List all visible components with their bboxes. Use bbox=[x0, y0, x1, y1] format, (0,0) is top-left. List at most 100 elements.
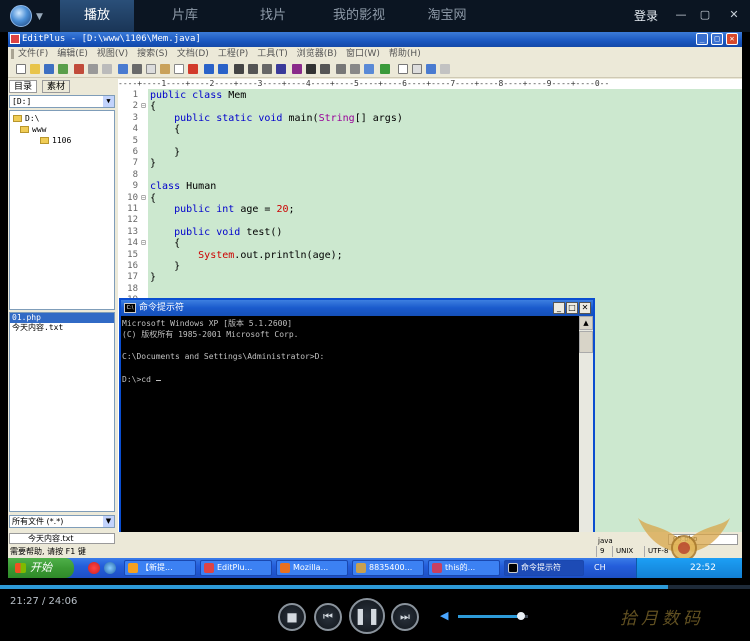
ime-indicator[interactable]: CH bbox=[594, 558, 606, 578]
taskbar-item-mozilla[interactable]: Mozilla... bbox=[276, 560, 348, 576]
fold-marker-icon[interactable]: ⊟ bbox=[141, 238, 146, 247]
start-button[interactable]: 开始 bbox=[8, 558, 74, 578]
cut-icon[interactable] bbox=[132, 64, 142, 74]
find-next-icon[interactable] bbox=[248, 64, 258, 74]
player-tab-taobao[interactable]: 淘宝网 bbox=[410, 0, 484, 32]
hex-view-icon[interactable] bbox=[306, 64, 316, 74]
menu-document[interactable]: 文档(D) bbox=[177, 49, 209, 59]
line-number-icon[interactable] bbox=[350, 64, 360, 74]
chevron-down-icon[interactable]: ▼ bbox=[103, 516, 114, 527]
menu-search[interactable]: 搜索(S) bbox=[137, 49, 168, 59]
editplus-minimize-button[interactable]: _ bbox=[696, 33, 708, 45]
volume-knob[interactable] bbox=[517, 612, 525, 620]
clipboard-icon[interactable] bbox=[174, 64, 184, 74]
taskbar-item-cmd[interactable]: 命令提示符 bbox=[504, 560, 584, 576]
undo-icon[interactable] bbox=[204, 64, 214, 74]
tab-directory[interactable]: 目录 bbox=[9, 80, 38, 93]
volume-slider[interactable] bbox=[458, 612, 528, 620]
save-all-icon[interactable] bbox=[58, 64, 68, 74]
file-filter-select[interactable]: 所有文件 (*.*) ▼ bbox=[9, 515, 115, 528]
fold-marker-icon[interactable]: ⊟ bbox=[141, 101, 146, 110]
player-minimize-icon[interactable]: — bbox=[674, 8, 688, 22]
player-tab-my-videos[interactable]: 我的影视 bbox=[322, 0, 396, 32]
menu-tools[interactable]: 工具(T) bbox=[257, 49, 288, 59]
player-menu-chevron-icon[interactable]: ▼ bbox=[36, 12, 43, 22]
cmd-scrollbar[interactable]: ▲ bbox=[579, 316, 593, 556]
document-tab[interactable]: 今天内容.txt bbox=[9, 533, 115, 544]
goto-line-icon[interactable] bbox=[276, 64, 286, 74]
chevron-down-icon[interactable]: ▼ bbox=[103, 96, 114, 107]
player-restore-icon[interactable]: ▢ bbox=[698, 8, 712, 22]
taskbar-clock[interactable]: 22:52 bbox=[690, 558, 716, 578]
fold-marker-icon[interactable]: ⊟ bbox=[141, 193, 146, 202]
chrome-quicklaunch-icon[interactable] bbox=[88, 562, 100, 574]
ie-quicklaunch-icon[interactable] bbox=[104, 562, 116, 574]
scroll-up-icon[interactable]: ▲ bbox=[579, 316, 593, 330]
code-line: { bbox=[150, 238, 180, 249]
tree-node-www[interactable]: www bbox=[20, 125, 46, 135]
check-icon[interactable] bbox=[380, 64, 390, 74]
cmd-maximize-button[interactable]: □ bbox=[566, 302, 578, 314]
menu-edit[interactable]: 编辑(E) bbox=[57, 49, 88, 59]
taskbar-item-1[interactable]: 【新提... bbox=[124, 560, 196, 576]
paste-icon[interactable] bbox=[160, 64, 170, 74]
player-tab-play[interactable]: 播放 bbox=[60, 0, 134, 32]
font-icon[interactable] bbox=[292, 64, 302, 74]
replace-icon[interactable] bbox=[262, 64, 272, 74]
save-icon[interactable] bbox=[44, 64, 54, 74]
player-tab-library[interactable]: 片库 bbox=[148, 0, 222, 32]
console-prompt-line[interactable]: D:\>cd bbox=[122, 374, 161, 385]
panel-toggle-icon[interactable] bbox=[398, 64, 408, 74]
output-window-icon[interactable] bbox=[412, 64, 422, 74]
cmd-close-button[interactable]: ✕ bbox=[579, 302, 591, 314]
redo-icon[interactable] bbox=[218, 64, 228, 74]
menu-file[interactable]: 文件(F) bbox=[18, 49, 48, 59]
player-close-icon[interactable]: ✕ bbox=[727, 8, 741, 22]
list-item[interactable]: 01.php bbox=[10, 313, 114, 323]
find-icon[interactable] bbox=[234, 64, 244, 74]
fullscreen-icon[interactable] bbox=[440, 64, 450, 74]
drive-select[interactable]: [D:] ▼ bbox=[9, 95, 115, 108]
editplus-restore-button[interactable]: □ bbox=[711, 33, 723, 45]
close-file-icon[interactable] bbox=[74, 64, 84, 74]
taskbar-item-5[interactable]: this的... bbox=[428, 560, 500, 576]
menu-window[interactable]: 窗口(W) bbox=[346, 49, 380, 59]
code-token: { bbox=[150, 238, 181, 250]
editplus-close-button[interactable]: ✕ bbox=[726, 33, 738, 45]
list-item[interactable]: 今天内容.txt bbox=[10, 323, 114, 333]
cmd-minimize-button[interactable]: _ bbox=[553, 302, 565, 314]
next-button[interactable]: ⏭ bbox=[391, 603, 419, 631]
print-preview-icon[interactable] bbox=[102, 64, 112, 74]
player-logo-icon[interactable] bbox=[10, 5, 32, 27]
scrollbar-thumb[interactable] bbox=[579, 331, 593, 353]
stop-button[interactable]: ■ bbox=[278, 603, 306, 631]
tab-cliptext[interactable]: 素材 bbox=[42, 80, 71, 93]
player-tab-find[interactable]: 找片 bbox=[236, 0, 310, 32]
skip-forward-icon: ⏭ bbox=[400, 610, 410, 623]
tree-node-root[interactable]: D:\ bbox=[13, 114, 39, 124]
cliptext-icon[interactable] bbox=[426, 64, 436, 74]
previous-button[interactable]: ⏮ bbox=[314, 603, 342, 631]
browser-icon[interactable] bbox=[364, 64, 374, 74]
print-icon[interactable] bbox=[88, 64, 98, 74]
spellcheck-icon[interactable] bbox=[118, 64, 128, 74]
tree-node-1106[interactable]: 1106 bbox=[40, 136, 71, 146]
taskbar-item-editplus[interactable]: EditPlu... bbox=[200, 560, 272, 576]
cmd-console[interactable]: Microsoft Windows XP [版本 5.1.2600] (C) 版… bbox=[121, 316, 579, 556]
menu-view[interactable]: 视图(V) bbox=[97, 49, 128, 59]
menu-browser[interactable]: 浏览器(B) bbox=[297, 49, 337, 59]
copy-icon[interactable] bbox=[146, 64, 156, 74]
menu-project[interactable]: 工程(P) bbox=[218, 49, 248, 59]
menu-help[interactable]: 帮助(H) bbox=[389, 49, 421, 59]
video-progress-bar[interactable] bbox=[0, 585, 750, 589]
ruler-icon[interactable] bbox=[336, 64, 346, 74]
new-file-icon[interactable] bbox=[16, 64, 26, 74]
pause-button[interactable]: ❚❚ bbox=[349, 598, 385, 634]
document-tab-java[interactable]: java bbox=[598, 537, 613, 545]
login-link[interactable]: 登录 bbox=[634, 0, 658, 32]
taskbar-item-4[interactable]: 8835400... bbox=[352, 560, 424, 576]
delete-icon[interactable] bbox=[188, 64, 198, 74]
word-wrap-icon[interactable] bbox=[320, 64, 330, 74]
open-folder-icon[interactable] bbox=[30, 64, 40, 74]
volume-icon[interactable]: ◀ bbox=[440, 610, 452, 622]
